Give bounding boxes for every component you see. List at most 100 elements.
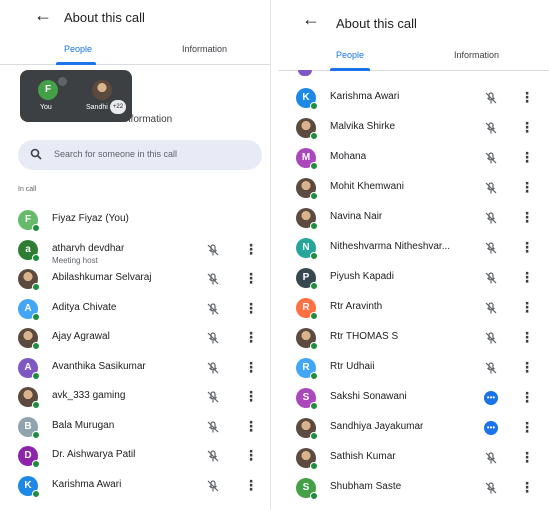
participant-row[interactable]: P Piyush Kapadi ⋮ — [278, 264, 549, 294]
mic-off-icon[interactable] — [484, 361, 498, 375]
participant-row[interactable]: Malvika Shirke ⋮ — [278, 114, 549, 144]
mic-off-icon[interactable] — [484, 331, 498, 345]
participant-row[interactable]: R Rtr Aravinth ⋮ — [278, 294, 549, 324]
participant-name: Piyush Kapadi — [330, 271, 394, 282]
participant-row[interactable]: K Karishma Awari ⋮ — [0, 472, 270, 502]
participant-row[interactable]: A Avanthika Sasikumar ⋮ — [0, 354, 270, 384]
scrolled-partial-row — [298, 70, 312, 76]
more-options-icon[interactable]: ⋮ — [244, 387, 258, 405]
participant-name: Aditya Chivate — [52, 301, 117, 313]
participant-name: Dr. Aishwarya Patil — [52, 449, 136, 460]
participant-row[interactable]: A Aditya Chivate ⋮ — [0, 295, 270, 325]
more-options-icon[interactable]: ⋮ — [244, 358, 258, 376]
mic-off-icon[interactable] — [206, 361, 220, 375]
back-arrow-icon[interactable]: ← — [302, 10, 320, 28]
more-options-icon[interactable]: ⋮ — [244, 446, 258, 464]
participant-row[interactable]: Sandhiya Jayakumar ••• ⋮ — [278, 414, 549, 444]
more-options-icon[interactable]: ⋮ — [520, 388, 534, 406]
more-options-icon[interactable]: ⋮ — [520, 328, 534, 346]
mic-off-icon[interactable] — [484, 211, 498, 225]
participant-row[interactable]: Navina Nair ⋮ — [278, 204, 549, 234]
participant-row[interactable]: S Sakshi Sonawani ••• ⋮ — [278, 384, 549, 414]
mic-off-icon[interactable] — [484, 91, 498, 105]
participant-row[interactable]: a atharvh devdhar Meeting host ⋮ — [0, 236, 270, 266]
online-status-dot — [310, 252, 318, 260]
mic-off-icon[interactable] — [206, 390, 220, 404]
participant-name: avk_333 gaming — [52, 390, 126, 401]
participant-row[interactable]: Mohit Khemwani ⋮ — [278, 174, 549, 204]
participant-row[interactable]: R Rtr Udhaii ⋮ — [278, 354, 549, 384]
page-title: About this call — [64, 10, 145, 25]
back-arrow-icon[interactable]: ← — [34, 6, 52, 24]
tab-people[interactable]: People — [64, 44, 92, 54]
more-options-icon[interactable]: ⋮ — [520, 118, 534, 136]
online-status-dot — [32, 224, 40, 232]
mic-off-icon[interactable] — [206, 479, 220, 493]
participant-row[interactable]: K Karishma Awari ⋮ — [278, 84, 549, 114]
participant-row[interactable]: Abilashkumar Selvaraj ⋮ — [0, 265, 270, 295]
participant-row[interactable]: F Fiyaz Fiyaz (You) — [0, 206, 270, 236]
online-status-dot — [32, 312, 40, 321]
online-status-dot — [310, 162, 318, 170]
header: ← About this call — [0, 0, 270, 36]
mic-off-icon[interactable] — [206, 272, 220, 286]
more-options-icon[interactable]: ⋮ — [244, 269, 258, 287]
more-options-icon[interactable]: ⋮ — [244, 299, 258, 317]
participant-name: Karishma Awari — [52, 478, 122, 490]
mic-off-icon[interactable] — [206, 331, 220, 345]
participant-row[interactable]: Ajay Agrawal ⋮ — [0, 324, 270, 354]
participant-row[interactable]: M Mohana ⋮ — [278, 144, 549, 174]
more-options-icon[interactable]: ⋮ — [520, 178, 534, 196]
tab-people[interactable]: People — [336, 50, 364, 60]
participant-row[interactable]: B Bala Murugan ⋮ — [0, 413, 270, 443]
more-options-icon[interactable]: ⋮ — [520, 238, 534, 256]
section-label: In call — [18, 186, 37, 193]
tab-information[interactable]: Information — [182, 44, 227, 54]
mic-off-icon[interactable] — [484, 241, 498, 255]
online-status-dot — [310, 282, 318, 290]
more-options-icon[interactable]: ⋮ — [520, 448, 534, 466]
mic-off-icon[interactable] — [484, 451, 498, 465]
more-options-icon[interactable]: ⋮ — [244, 476, 258, 494]
mic-off-icon[interactable] — [484, 181, 498, 195]
participant-row[interactable]: Sathish Kumar ⋮ — [278, 444, 549, 474]
more-options-icon[interactable]: ⋮ — [520, 208, 534, 226]
online-status-dot — [32, 253, 40, 262]
mic-off-icon[interactable] — [206, 243, 220, 257]
mic-off-icon[interactable] — [206, 420, 220, 434]
mic-off-icon[interactable] — [206, 302, 220, 316]
more-options-icon[interactable]: ⋮ — [520, 358, 534, 376]
avatar — [92, 80, 112, 100]
online-status-dot — [310, 342, 318, 350]
participant-row[interactable]: S Shubham Saste ⋮ — [278, 474, 549, 504]
participant-name: Navina Nair — [330, 211, 383, 222]
mic-off-icon[interactable] — [484, 271, 498, 285]
mic-off-icon[interactable] — [206, 449, 220, 463]
more-options-icon[interactable]: ⋮ — [244, 240, 258, 258]
more-options-icon[interactable]: ⋮ — [520, 298, 534, 316]
participant-row[interactable]: D Dr. Aishwarya Patil ⋮ — [0, 442, 270, 472]
tab-information[interactable]: Information — [454, 50, 499, 60]
online-status-dot — [310, 102, 318, 110]
header: ← About this call — [278, 0, 549, 36]
more-options-icon[interactable]: ⋮ — [244, 417, 258, 435]
more-options-icon[interactable]: ⋮ — [520, 268, 534, 286]
mic-off-icon[interactable] — [484, 481, 498, 495]
more-options-icon[interactable]: ⋮ — [520, 148, 534, 166]
more-options-icon[interactable]: ⋮ — [520, 88, 534, 106]
mic-off-icon[interactable] — [484, 121, 498, 135]
mic-off-icon[interactable] — [484, 301, 498, 315]
more-options-icon[interactable]: ⋮ — [520, 478, 534, 496]
online-status-dot — [310, 372, 318, 380]
participant-preview-popup: F You Sandhi +22 — [20, 70, 132, 122]
popup-label: You — [40, 104, 52, 111]
search-input[interactable]: Search for someone in this call — [18, 140, 262, 170]
participant-row[interactable]: N Nitheshvarma Nitheshvar... ⋮ — [278, 234, 549, 264]
mic-off-icon[interactable] — [484, 151, 498, 165]
participant-row[interactable]: avk_333 gaming ⋮ — [0, 383, 270, 413]
participant-row[interactable]: Rtr THOMAS S ⋮ — [278, 324, 549, 354]
more-options-icon[interactable]: ⋮ — [520, 418, 534, 436]
participant-name: Karishma Awari — [330, 91, 400, 102]
more-options-icon[interactable]: ⋮ — [244, 328, 258, 346]
online-status-dot — [310, 402, 318, 410]
